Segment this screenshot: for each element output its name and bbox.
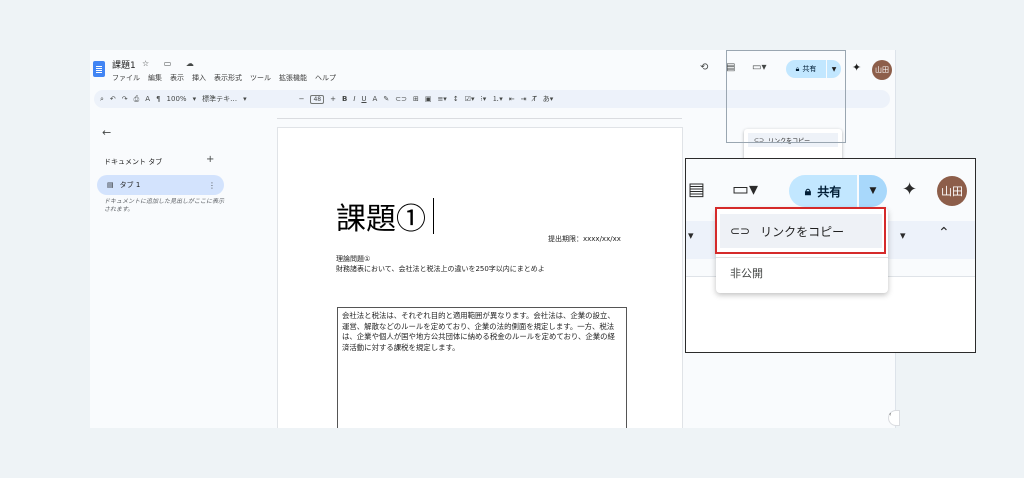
sidebar-hint: ドキュメントに追加した見出しがここに表示されます。 xyxy=(104,198,225,214)
bullet-list-icon[interactable]: ⁝▾ xyxy=(481,95,487,103)
visibility-item[interactable]: 非公開 xyxy=(730,265,763,281)
chevron-down-icon: ▼ xyxy=(869,186,877,196)
highlight-frame xyxy=(726,50,846,143)
back-arrow-icon[interactable]: ← xyxy=(102,126,111,139)
link-icon[interactable]: ⊂⊃ xyxy=(395,95,407,103)
chevron-down-icon: ▾ xyxy=(243,95,247,103)
line-spacing-icon[interactable]: ↕ xyxy=(453,95,459,103)
page-title[interactable]: 課題① xyxy=(336,194,426,238)
italic-button[interactable]: I xyxy=(353,95,355,103)
undo-icon[interactable]: ↶ xyxy=(110,95,116,103)
answer-box[interactable]: 会社法と税法は、それぞれ目的と適用範囲が異なります。会社法は、企業の設立、運営、… xyxy=(337,307,627,428)
checklist-icon[interactable]: ☑▾ xyxy=(465,95,475,103)
numbered-list-icon[interactable]: ⒈▾ xyxy=(492,94,503,104)
style-select[interactable]: 標準テキ… xyxy=(202,94,237,104)
ruler-track xyxy=(277,118,682,119)
gemini-icon[interactable]: ✦ xyxy=(902,179,917,200)
highlight-icon[interactable]: ✎ xyxy=(383,95,389,103)
side-panel-toggle[interactable]: ‹ xyxy=(888,410,900,426)
zoom-select[interactable]: 100% xyxy=(167,95,187,103)
menu-divider xyxy=(716,257,888,258)
menu-edit[interactable]: 編集 xyxy=(148,73,162,83)
menu-insert[interactable]: 挿入 xyxy=(192,73,206,83)
bold-button[interactable]: B xyxy=(342,95,347,103)
image-icon[interactable]: ▣ xyxy=(425,95,432,103)
chevron-down-icon: ▾ xyxy=(192,95,197,103)
document-page[interactable]: 課題① 提出期限：xxxx/xx/xx 理論問題① 財務諸表において、会社法と税… xyxy=(277,127,683,428)
document-tabs-sidebar: ← ドキュメント タブ + ▤ タブ 1 ⋮ ドキュメントに追加した見出しがここ… xyxy=(90,120,270,428)
lock-icon: 🔒︎ xyxy=(804,183,812,198)
menu-help[interactable]: ヘルプ xyxy=(315,73,336,83)
share-label: 共有 xyxy=(817,184,842,199)
font-size-decrease-icon[interactable]: − xyxy=(299,95,305,103)
comment-add-icon[interactable]: ⊞ xyxy=(413,95,419,103)
comment-icon[interactable]: ▤ xyxy=(688,179,705,200)
more-vert-icon[interactable]: ⋮ xyxy=(208,181,216,190)
menu-view[interactable]: 表示 xyxy=(170,73,184,83)
indent-decrease-icon[interactable]: ⇤ xyxy=(509,95,515,103)
menu-tools[interactable]: ツール xyxy=(250,73,271,83)
deadline-text: 提出期限：xxxx/xx/xx xyxy=(548,235,621,243)
tab-label: タブ 1 xyxy=(119,181,141,189)
ruler[interactable] xyxy=(277,111,682,119)
history-icon[interactable]: ⟲ xyxy=(700,62,708,73)
chevron-down-icon: ▾ xyxy=(900,229,906,242)
sidebar-item-tab1[interactable]: ▤ タブ 1 ⋮ xyxy=(97,175,224,195)
gemini-icon[interactable]: ✦ xyxy=(852,61,861,74)
indent-increase-icon[interactable]: ⇥ xyxy=(521,95,527,103)
redo-icon[interactable]: ↷ xyxy=(122,95,128,103)
copy-link-highlight xyxy=(715,207,886,254)
menu-extensions[interactable]: 拡張機能 xyxy=(279,73,307,83)
input-tools-icon[interactable]: あ▾ xyxy=(543,94,554,104)
sidebar-heading: ドキュメント タブ xyxy=(104,158,163,166)
text-color-button[interactable]: A xyxy=(373,95,378,103)
clear-format-icon[interactable]: T̸ xyxy=(533,95,537,103)
tab-icon: ▤ xyxy=(107,181,114,189)
doc-title[interactable]: 課題1 xyxy=(112,58,136,71)
chevron-down-icon: ▾ xyxy=(688,229,694,242)
menu-file[interactable]: ファイル xyxy=(112,73,140,83)
menu-bar: ファイル 編集 表示 挿入 表示形式 ツール 拡張機能 ヘルプ xyxy=(112,73,336,83)
question-body: 財務諸表において、会社法と税法上の違いを250字以内にまとめよ xyxy=(336,265,545,273)
menu-format[interactable]: 表示形式 xyxy=(214,73,242,83)
chevron-up-icon[interactable]: ⌃ xyxy=(938,225,950,241)
title-actions-icons[interactable]: ☆ ▭ ☁ xyxy=(142,59,200,68)
search-menus-icon[interactable]: ⌕ xyxy=(100,95,104,104)
avatar[interactable]: 山田 xyxy=(872,60,892,80)
add-tab-icon[interactable]: + xyxy=(206,154,214,165)
question-title: 理論問題① xyxy=(336,255,371,263)
share-button[interactable]: 🔒︎ 共有 xyxy=(789,175,857,207)
underline-button[interactable]: U xyxy=(361,95,366,103)
text-cursor xyxy=(433,198,434,234)
docs-logo-icon[interactable] xyxy=(93,61,105,77)
print-icon[interactable]: ⎙ xyxy=(134,95,140,104)
spellcheck-icon[interactable]: A xyxy=(145,95,150,103)
avatar[interactable]: 山田 xyxy=(937,176,967,206)
video-icon[interactable]: ▭▾ xyxy=(732,179,758,200)
paint-format-icon[interactable]: ¶ xyxy=(156,95,160,103)
align-icon[interactable]: ≡▾ xyxy=(437,95,446,103)
zoom-callout: ▤ ▭▾ 🔒︎ 共有 ▼ ✦ 山田 ▾ ▾ ⌃ ⊂⊃ リンクをコピー 非公開 xyxy=(685,158,976,353)
font-size-input[interactable]: 48 xyxy=(310,94,325,104)
font-size-increase-icon[interactable]: + xyxy=(330,95,336,103)
chevron-left-icon: ‹ xyxy=(889,411,892,418)
